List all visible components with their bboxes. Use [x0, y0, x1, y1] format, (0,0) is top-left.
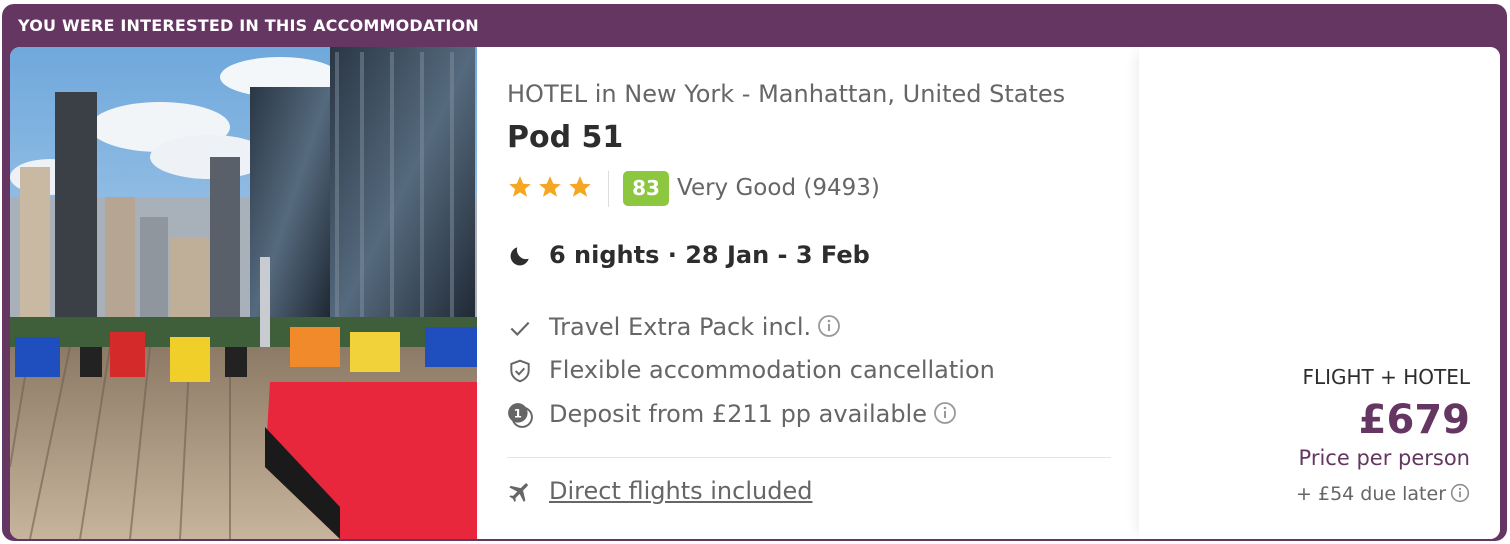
feature-deposit: 1 Deposit from £211 pp available	[507, 400, 1107, 430]
deposit-coin-icon: 1	[508, 403, 533, 428]
rooftop-image	[10, 47, 477, 539]
feature-label: Flexible accommodation cancellation	[549, 356, 995, 384]
moon-icon	[510, 247, 529, 266]
section-divider	[507, 457, 1111, 458]
rating-row: 83 Very Good (9493)	[507, 171, 1107, 207]
stay-row: 6 nights · 28 Jan - 3 Feb	[507, 241, 1107, 271]
info-icon[interactable]	[933, 401, 957, 425]
interest-banner: YOU WERE INTERESTED IN THIS ACCOMMODATIO…	[18, 16, 479, 35]
hotel-location: HOTEL in New York - Manhattan, United St…	[507, 80, 1066, 108]
feature-label: Travel Extra Pack incl.	[549, 313, 812, 341]
info-icon[interactable]	[817, 314, 841, 338]
price-amount[interactable]: £679	[1359, 397, 1470, 443]
price-per-person: Price per person	[1298, 446, 1470, 470]
hotel-info: HOTEL in New York - Manhattan, United St…	[507, 47, 1111, 539]
flights-row: Direct flights included	[507, 477, 1107, 507]
score-text[interactable]: Very Good (9493)	[677, 175, 880, 201]
score-badge: 83	[623, 171, 669, 206]
feature-flexible-cancellation: Flexible accommodation cancellation	[507, 356, 1107, 386]
feature-label: Deposit from £211 pp available	[549, 400, 927, 428]
star-icon	[539, 176, 561, 197]
package-type-label: FLIGHT + HOTEL	[1302, 365, 1470, 389]
card-body[interactable]: HOTEL in New York - Manhattan, United St…	[10, 47, 1500, 539]
accommodation-card[interactable]: YOU WERE INTERESTED IN THIS ACCOMMODATIO…	[2, 4, 1507, 541]
star-rating	[507, 174, 593, 200]
direct-flights-link[interactable]: Direct flights included	[549, 477, 812, 505]
stay-summary: 6 nights · 28 Jan - 3 Feb	[549, 241, 870, 269]
shield-check-icon	[510, 359, 530, 383]
feature-travel-extra: Travel Extra Pack incl.	[507, 313, 1107, 343]
due-later-text: + £54 due later	[1296, 483, 1446, 505]
check-icon	[510, 321, 530, 337]
price-due-later: + £54 due later	[1296, 483, 1470, 505]
star-icon	[509, 176, 531, 197]
rating-divider	[608, 171, 609, 207]
star-icon	[569, 176, 591, 197]
svg-text:1: 1	[514, 407, 522, 421]
hotel-photo[interactable]	[10, 47, 477, 539]
price-panel: FLIGHT + HOTEL £679 Price per person + £…	[1139, 47, 1500, 539]
info-icon[interactable]	[1450, 483, 1470, 503]
hotel-name[interactable]: Pod 51	[507, 120, 623, 155]
plane-icon	[509, 483, 528, 502]
